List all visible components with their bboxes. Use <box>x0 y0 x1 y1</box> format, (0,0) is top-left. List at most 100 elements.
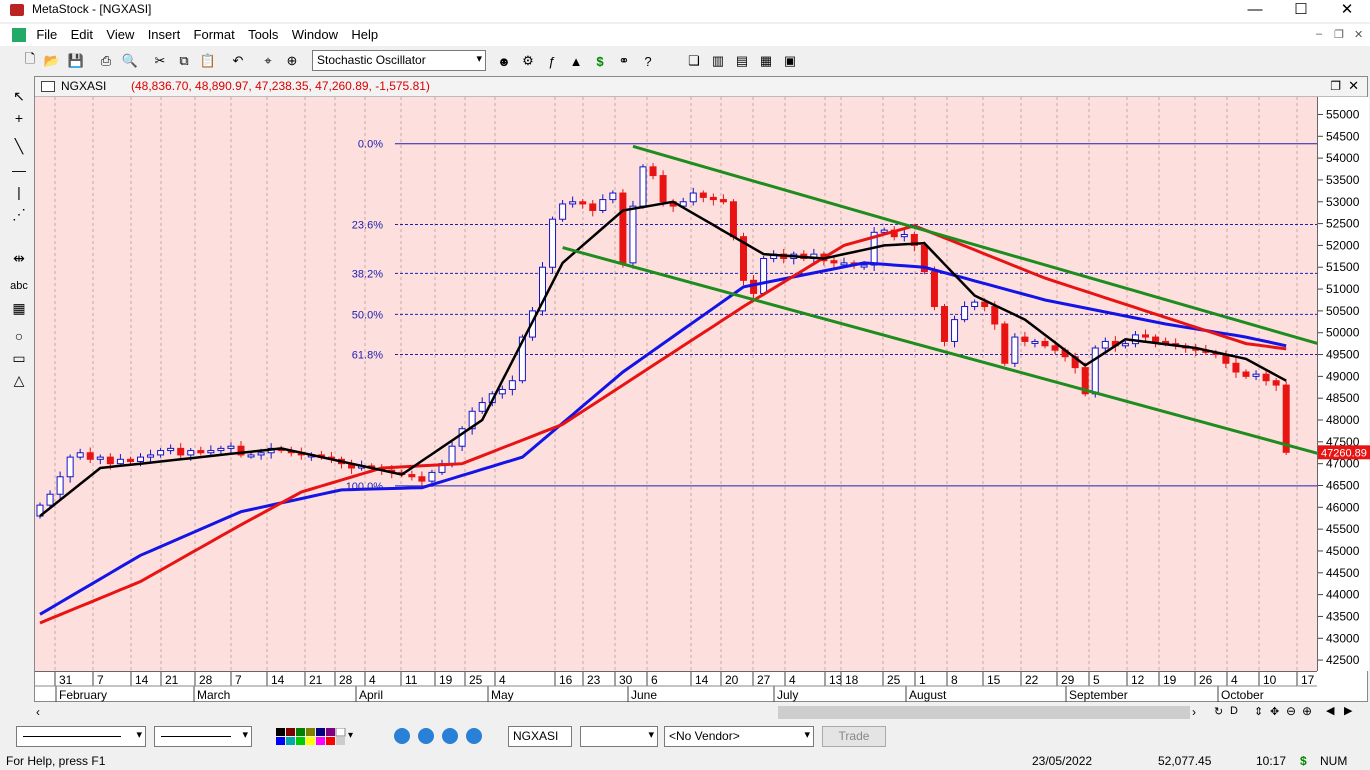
formula-icon[interactable]: ƒ <box>542 51 562 71</box>
print-icon[interactable]: ⎙ <box>96 51 116 71</box>
binoculars-icon[interactable]: ⚭ <box>614 51 634 71</box>
indicator-select[interactable]: Stochastic Oscillator ▾ <box>312 50 486 71</box>
refresh-icon[interactable]: ↻ <box>1214 705 1223 718</box>
color-palette[interactable]: ▾ <box>276 727 358 746</box>
close-button[interactable]: ✕ <box>1324 0 1370 22</box>
fib-level-label: 50.0% <box>352 309 383 321</box>
paste-icon[interactable]: 📋 <box>198 51 218 71</box>
edge-browser-icon[interactable] <box>442 728 458 744</box>
candle-body <box>478 402 486 412</box>
date-axis-day-label: 25 <box>887 673 901 687</box>
ellipse-icon[interactable]: ○ <box>8 326 30 346</box>
edge-browser-icon[interactable] <box>394 728 410 744</box>
candle-body <box>760 258 768 294</box>
print-preview-icon[interactable]: 🔍 <box>120 51 140 71</box>
date-axis-day-label: 16 <box>559 673 573 687</box>
edge-browser-icon[interactable] <box>418 728 434 744</box>
chart-window-icon[interactable] <box>41 81 55 92</box>
symbol-input[interactable]: NGXASI <box>508 726 572 747</box>
menu-help[interactable]: Help <box>346 24 383 45</box>
trendline-icon[interactable]: ╲ <box>8 136 30 156</box>
date-axis[interactable]: 31 7 14 21 28 7 14 21 28 4 11 19 25 4 16 23 30 6 14 20 27 4 13… <box>35 671 1317 702</box>
cut-icon[interactable]: ✂ <box>150 51 170 71</box>
menu-view[interactable]: View <box>101 24 139 45</box>
maximize-button[interactable]: ☐ <box>1278 0 1324 22</box>
candle-body <box>629 205 637 264</box>
minimize-button[interactable]: — <box>1232 0 1278 22</box>
zoom-in-icon[interactable]: ⊕ <box>1302 704 1312 718</box>
trade-button[interactable]: Trade <box>822 726 886 747</box>
price-axis-label: 54500 <box>1326 129 1360 143</box>
chart-close-icon[interactable]: ✕ <box>1348 78 1359 94</box>
menu-edit[interactable]: Edit <box>66 24 98 45</box>
help-pointer-icon[interactable]: ? <box>638 51 658 71</box>
price-axis-label: 43500 <box>1326 609 1360 623</box>
zoom-out-icon[interactable]: ⊖ <box>1286 704 1296 718</box>
edge-browser-icon[interactable] <box>466 728 482 744</box>
page-left-icon[interactable]: ◀ <box>1326 704 1334 717</box>
dollar-icon[interactable]: $ <box>590 51 610 71</box>
explorer-icon[interactable]: ⚙ <box>518 51 538 71</box>
menu-format[interactable]: Format <box>189 24 240 45</box>
price-axis-label: 49000 <box>1326 369 1360 383</box>
zoom-icon[interactable]: ⊕ <box>282 51 302 71</box>
horizontal-scrollbar[interactable]: ‹ › ↻ D ⇕ ✥ ⊖ ⊕ ◀ ▶ <box>34 704 1368 722</box>
scroll-left-icon[interactable]: ‹ <box>36 705 40 719</box>
crosshair-tool-icon[interactable]: + <box>8 108 30 128</box>
menu-tools[interactable]: Tools <box>243 24 283 45</box>
metastock-logo-icon <box>10 4 24 16</box>
fib-level-label: 0.0% <box>358 139 383 151</box>
tile-grid-icon[interactable]: ▦ <box>756 51 776 71</box>
price-axis[interactable]: 55000 54500 54000 53500 53000 52500 52000 51500… <box>1317 97 1370 671</box>
candle-body <box>639 166 647 207</box>
price-axis-label: 51500 <box>1326 260 1360 274</box>
price-plot-area[interactable]: 0.0% 23.6% 38.2% 50.0% 61.8% 100.0% <box>35 97 1317 671</box>
expert-icon[interactable]: ☻ <box>494 51 514 71</box>
menu-insert[interactable]: Insert <box>143 24 186 45</box>
vendor-select[interactable]: <No Vendor> ▾ <box>664 726 814 747</box>
gann-fan-icon[interactable]: ⋰ <box>8 204 30 224</box>
candle-body <box>137 456 144 462</box>
chart-restore-icon[interactable]: ❐ <box>1330 79 1341 93</box>
daily-icon[interactable]: D <box>1230 705 1238 717</box>
scroll-right-icon[interactable]: › <box>1192 705 1196 719</box>
price-axis-label: 44500 <box>1326 566 1360 580</box>
line-style-select[interactable]: ▾ <box>16 726 146 747</box>
candle-body <box>1152 336 1160 342</box>
expand-horizontal-icon[interactable]: ✥ <box>1270 705 1279 718</box>
table-grid-icon[interactable]: ▦ <box>8 298 30 318</box>
triangle-icon[interactable]: △ <box>8 370 30 390</box>
tile-vertical-icon[interactable]: ▥ <box>708 51 728 71</box>
menu-window[interactable]: Window <box>287 24 343 45</box>
horizontal-line-icon[interactable]: — <box>8 160 30 180</box>
document-icon[interactable] <box>12 28 26 42</box>
mdi-minimize-icon[interactable]: – <box>1316 28 1322 40</box>
new-file-icon[interactable]: 🗋 <box>20 51 40 71</box>
save-icon[interactable]: 💾 <box>66 51 86 71</box>
scrollbar-thumb[interactable] <box>778 706 1190 719</box>
mdi-restore-icon[interactable]: ❐ <box>1334 28 1344 41</box>
menu-file[interactable]: File <box>31 24 62 45</box>
undo-icon[interactable]: ↶ <box>228 51 248 71</box>
page-right-icon[interactable]: ▶ <box>1344 704 1352 717</box>
periodicity-select[interactable]: ▾ <box>580 726 658 747</box>
candle-body <box>1101 340 1109 349</box>
text-tool-icon[interactable]: abc <box>8 276 30 296</box>
line-weight-select[interactable]: ▾ <box>154 726 252 747</box>
rectangle-icon[interactable]: ▭ <box>8 348 30 368</box>
pointer-icon[interactable]: ↖ <box>8 86 30 106</box>
expand-vertical-icon[interactable]: ⇕ <box>1254 705 1263 718</box>
cycle-lines-icon[interactable]: ⇹ <box>8 248 30 268</box>
copy-icon[interactable]: ⧉ <box>174 51 194 71</box>
date-axis-day-label: 17 <box>1301 673 1315 687</box>
arrange-icon[interactable]: ▣ <box>780 51 800 71</box>
mdi-close-icon[interactable]: ✕ <box>1354 28 1363 41</box>
crosshair-icon[interactable]: ⌖ <box>258 51 278 71</box>
tile-horizontal-icon[interactable]: ▤ <box>732 51 752 71</box>
vertical-line-icon[interactable]: | <box>8 182 30 202</box>
date-axis-month-label: April <box>359 688 383 702</box>
system-tester-icon[interactable]: ▲ <box>566 51 586 71</box>
status-price: 52,077.45 <box>1158 754 1212 768</box>
cascade-icon[interactable]: ❏ <box>684 51 704 71</box>
open-folder-icon[interactable]: 📂 <box>42 51 62 71</box>
